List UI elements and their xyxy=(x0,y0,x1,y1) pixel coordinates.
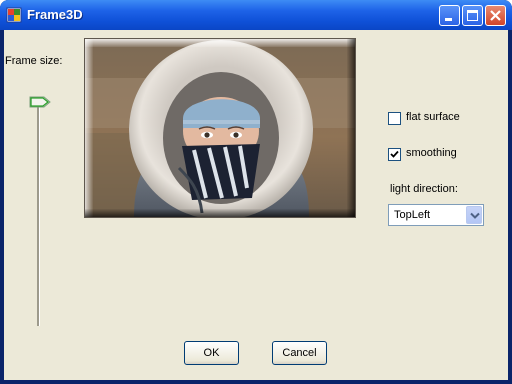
light-direction-value: TopLeft xyxy=(394,209,431,221)
maximize-icon xyxy=(467,10,478,21)
dialog-client-area: Frame size: flat surface smoothing light… xyxy=(4,30,508,380)
frame-preview-image xyxy=(84,38,356,218)
minimize-icon xyxy=(445,18,452,21)
dropdown-button[interactable] xyxy=(466,206,482,224)
slider-track xyxy=(37,100,40,326)
slider-thumb[interactable] xyxy=(29,95,51,108)
window-title: Frame3D xyxy=(27,7,83,22)
frame-size-slider[interactable] xyxy=(25,95,55,327)
checkmark-icon xyxy=(390,150,399,158)
chevron-down-icon xyxy=(470,212,480,219)
maximize-button[interactable] xyxy=(462,5,483,26)
minimize-button[interactable] xyxy=(439,5,460,26)
flat-surface-label: flat surface xyxy=(406,111,460,123)
app-window: Frame3D Frame size: flat surface smoothi… xyxy=(0,0,512,384)
close-icon xyxy=(490,10,501,21)
frame-size-label: Frame size: xyxy=(5,55,63,67)
flat-surface-box[interactable] xyxy=(388,112,401,125)
title-bar[interactable]: Frame3D xyxy=(0,0,512,30)
smoothing-label: smoothing xyxy=(406,147,457,159)
cancel-button[interactable]: Cancel xyxy=(272,341,327,365)
light-direction-dropdown[interactable]: TopLeft xyxy=(388,204,484,226)
light-direction-label: light direction: xyxy=(390,183,458,195)
app-icon xyxy=(6,7,22,23)
close-button[interactable] xyxy=(485,5,506,26)
smoothing-box[interactable] xyxy=(388,148,401,161)
ok-button[interactable]: OK xyxy=(184,341,239,365)
